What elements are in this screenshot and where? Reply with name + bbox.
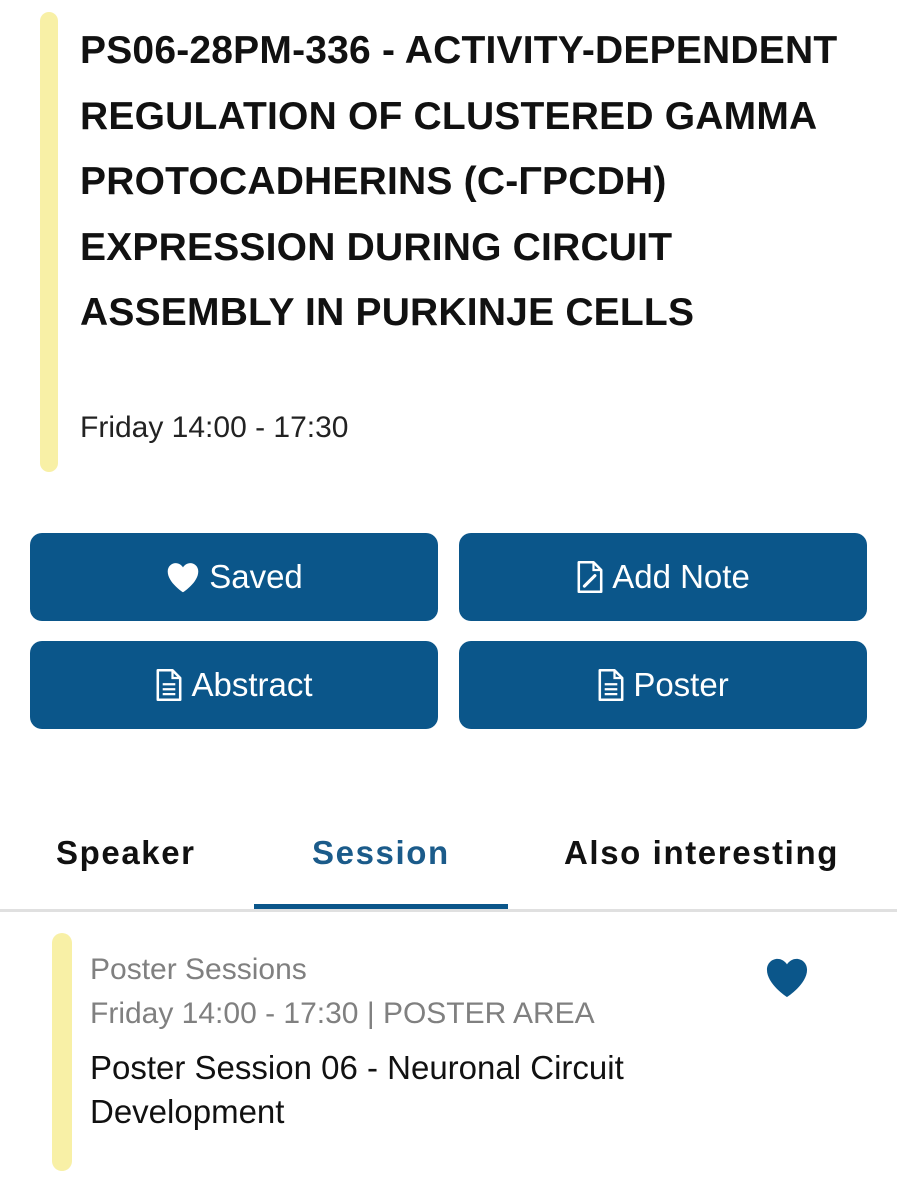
session-accent-bar [52, 933, 72, 1171]
tab-speaker[interactable]: Speaker [56, 828, 196, 878]
saved-button[interactable]: Saved [30, 533, 438, 621]
tabs-divider [0, 909, 897, 912]
session-detail-page: PS06-28PM-336 - ACTIVITY-DEPENDENT REGUL… [0, 0, 897, 1200]
saved-button-label: Saved [209, 558, 303, 595]
tab-bar: Speaker Session Also interesting [0, 808, 897, 912]
page-title: PS06-28PM-336 - ACTIVITY-DEPENDENT REGUL… [80, 29, 838, 334]
tab-session[interactable]: Session [312, 828, 450, 878]
document-icon [597, 668, 625, 702]
session-type: Poster Sessions [90, 953, 307, 986]
abstract-button-label: Abstract [191, 666, 313, 703]
tab-also-interesting[interactable]: Also interesting [564, 828, 839, 878]
session-name[interactable]: Poster Session 06 - Neuronal Circuit Dev… [90, 1046, 730, 1134]
heart-icon [165, 561, 201, 593]
add-note-button[interactable]: Add Note [459, 533, 867, 621]
abstract-button[interactable]: Abstract [30, 641, 438, 729]
favorite-heart-icon[interactable] [764, 956, 810, 998]
edit-note-icon [576, 560, 604, 594]
header-accent-bar [40, 12, 58, 472]
document-icon [155, 668, 183, 702]
session-time: Friday 14:00 - 17:30 [80, 411, 349, 444]
session-when: Friday 14:00 - 17:30 | POSTER AREA [90, 997, 595, 1030]
poster-button[interactable]: Poster [459, 641, 867, 729]
add-note-button-label: Add Note [612, 558, 750, 595]
poster-button-label: Poster [633, 666, 729, 703]
